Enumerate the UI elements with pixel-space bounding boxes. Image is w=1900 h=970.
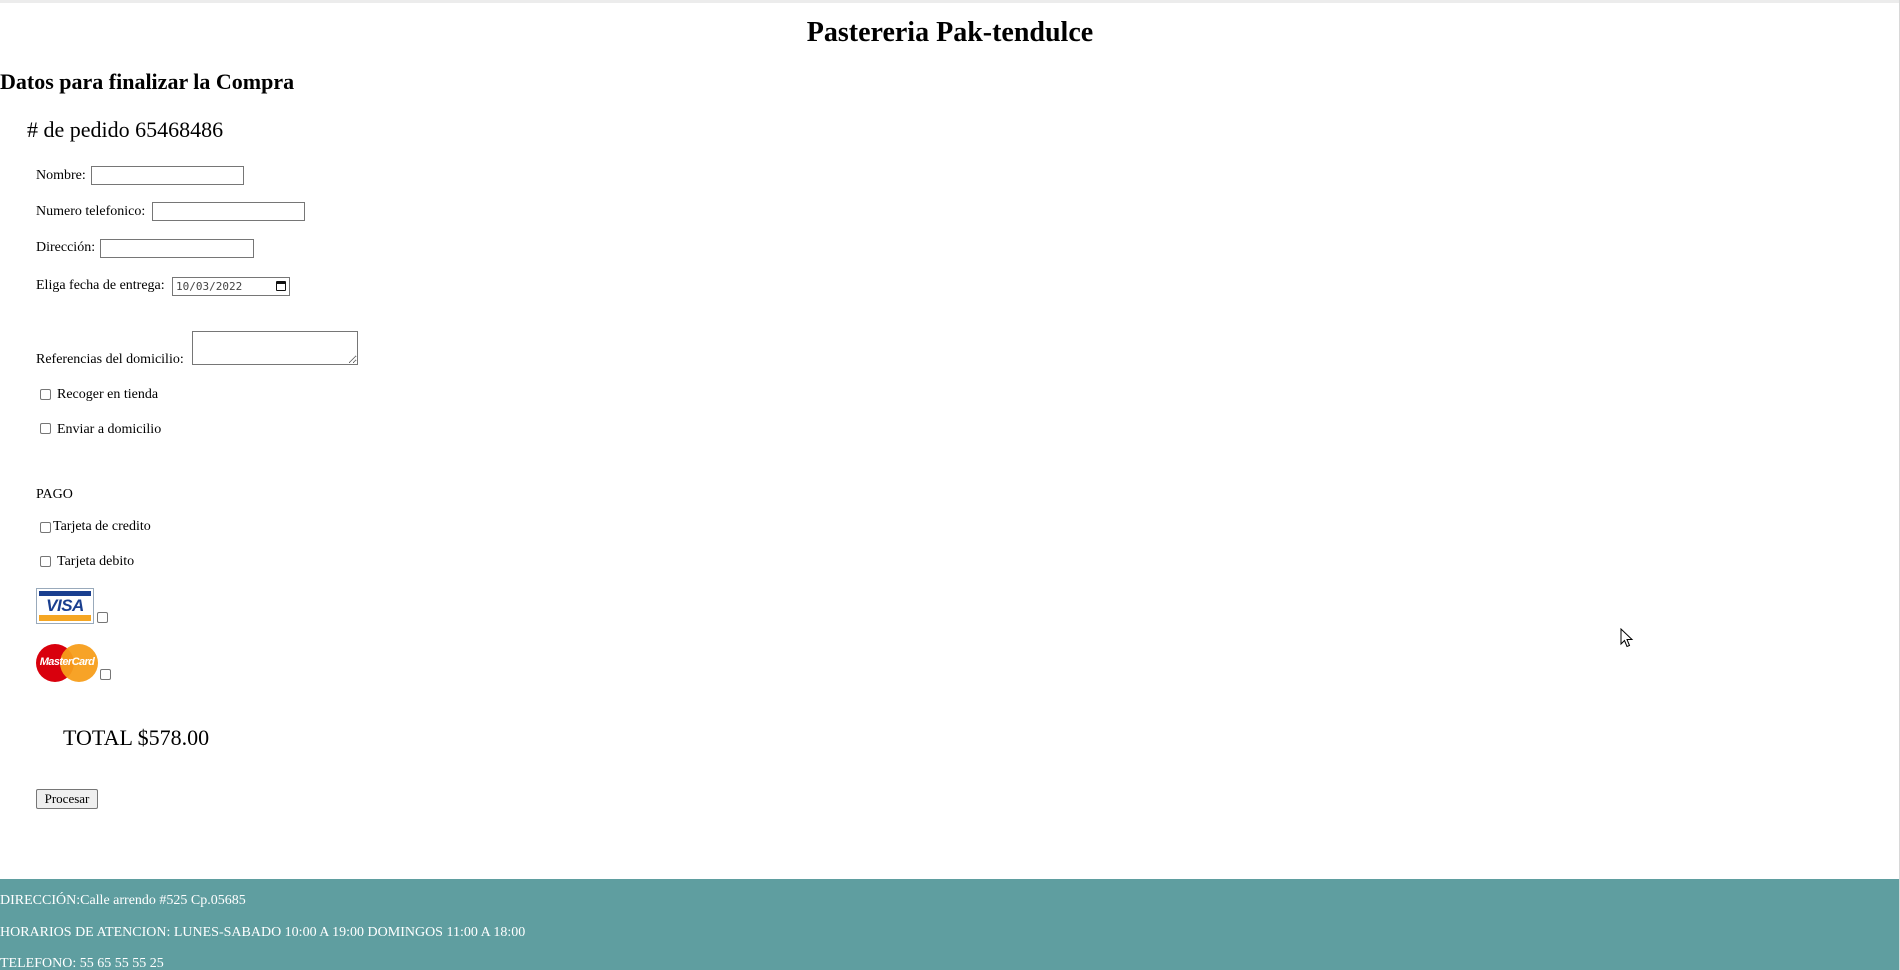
- visa-stripe-bottom: [39, 615, 91, 621]
- debit-card-checkbox[interactable]: [40, 556, 51, 567]
- section-title: Datos para finalizar la Compra: [0, 69, 295, 94]
- delivery-label: Enviar a domicilio: [57, 422, 162, 437]
- name-label: Nombre:: [36, 168, 86, 183]
- delivery-date-value: 10/03/2022: [176, 280, 243, 293]
- footer-phone: TELEFONO: 55 65 55 55 25: [0, 956, 164, 970]
- top-divider: [0, 0, 1900, 3]
- delivery-date-label: Eliga fecha de entrega:: [36, 278, 165, 293]
- order-number: # de pedido 65468486: [27, 117, 224, 142]
- visa-checkbox[interactable]: [97, 612, 108, 623]
- credit-card-checkbox[interactable]: [40, 522, 51, 533]
- mastercard-checkbox[interactable]: [100, 669, 111, 680]
- mastercard-logo-text: MasterCard: [39, 656, 95, 668]
- credit-card-label: Tarjeta de credito: [53, 519, 151, 534]
- process-button[interactable]: Procesar: [36, 789, 98, 809]
- references-textarea[interactable]: [192, 331, 358, 365]
- phone-input[interactable]: [152, 202, 305, 221]
- site-title: Pastereria Pak-tendulce: [806, 17, 1094, 48]
- address-label: Dirección:: [36, 240, 96, 255]
- page: Pastereria Pak-tendulce Datos para final…: [0, 0, 1900, 970]
- footer-address: DIRECCIÓN:Calle arrendo #525 Cp.05685: [0, 893, 246, 908]
- mouse-pointer-icon: [1620, 628, 1634, 648]
- delivery-checkbox[interactable]: [40, 423, 51, 434]
- debit-card-label: Tarjeta debito: [57, 554, 135, 569]
- pickup-checkbox[interactable]: [40, 389, 51, 400]
- delivery-date-input[interactable]: 10/03/2022: [172, 277, 290, 296]
- name-input[interactable]: [91, 166, 244, 185]
- footer-hours: HORARIOS DE ATENCION: LUNES-SABADO 10:00…: [0, 925, 526, 940]
- payment-heading: PAGO: [36, 487, 73, 502]
- visa-logo-text: VISA: [46, 596, 84, 615]
- pickup-label: Recoger en tienda: [57, 387, 159, 402]
- visa-logo: VISA: [36, 588, 94, 624]
- address-input[interactable]: [100, 239, 254, 258]
- references-label: Referencias del domicilio:: [36, 352, 184, 367]
- phone-label: Numero telefonico:: [36, 204, 146, 219]
- order-total: TOTAL $578.00: [63, 725, 210, 750]
- mastercard-logo: MasterCard: [36, 644, 98, 682]
- calendar-icon[interactable]: [276, 281, 286, 291]
- footer: DIRECCIÓN:Calle arrendo #525 Cp.05685 HO…: [0, 879, 1899, 970]
